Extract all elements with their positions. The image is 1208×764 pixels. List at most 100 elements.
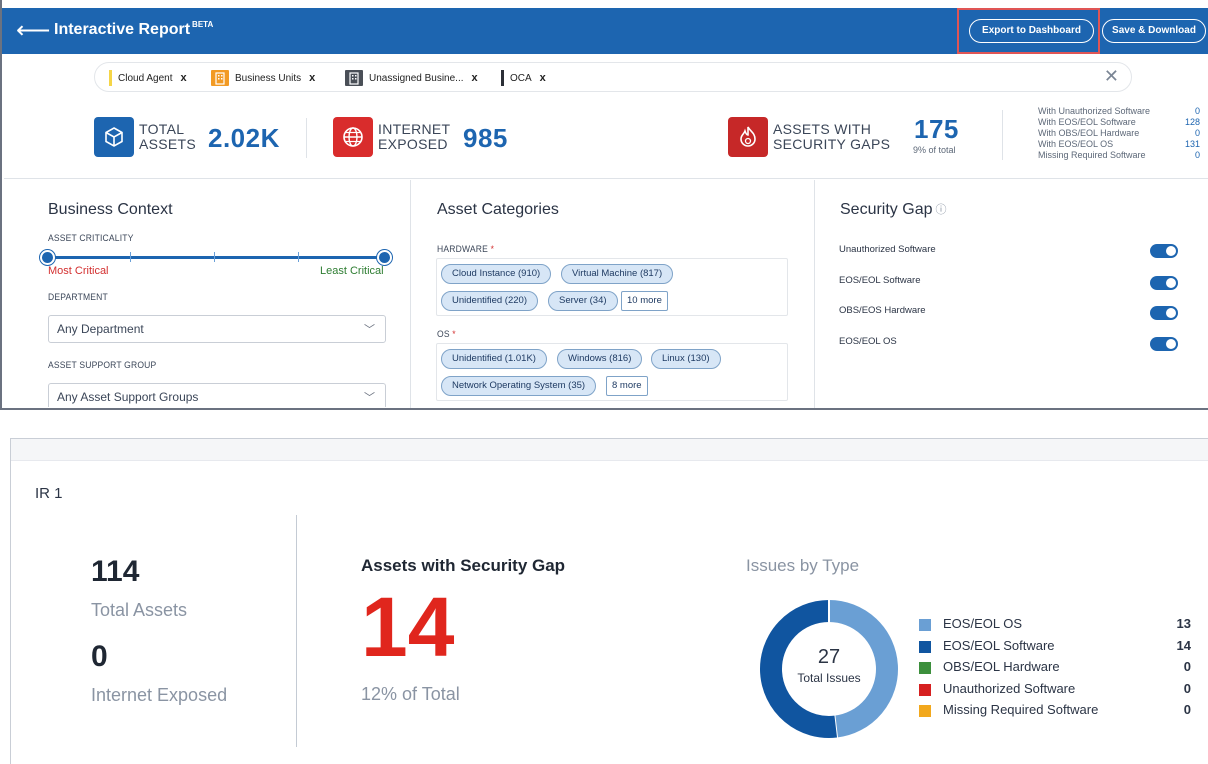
- hardware-box: Cloud Instance (910) Virtual Machine (81…: [436, 258, 788, 316]
- legend-swatch: [919, 662, 931, 674]
- internet-exposed-value: 985: [463, 123, 508, 153]
- save-download-button[interactable]: Save & Download: [1102, 19, 1206, 43]
- category-pill[interactable]: Linux (130): [651, 349, 721, 369]
- chip-label: Unassigned Busine...: [369, 73, 464, 84]
- category-pill[interactable]: Unidentified (220): [441, 291, 538, 311]
- legend-label: OBS/EOL Hardware: [943, 659, 1060, 674]
- legend-item[interactable]: Missing Required Software 0: [919, 702, 1191, 724]
- business-context-title: Business Context: [48, 201, 173, 218]
- legend-item[interactable]: OBS/EOL Hardware 0: [919, 659, 1191, 681]
- globe-icon: [333, 117, 373, 157]
- info-icon[interactable]: ⓘ: [935, 204, 946, 216]
- eos-eol-software-toggle[interactable]: [1150, 276, 1178, 290]
- interactive-report-panel: ⟵ Interactive Report BETA Export to Dashb…: [0, 0, 1208, 410]
- donut-legend: EOS/EOL OS 13 EOS/EOL Software 14 OBS/EOL Ha…: [919, 616, 1191, 724]
- breakdown-label: With EOS/EOL Software: [1038, 117, 1136, 127]
- unauthorized-software-toggle[interactable]: [1150, 244, 1178, 258]
- remove-chip-icon[interactable]: x: [540, 72, 546, 84]
- hardware-label-text: HARDWARE: [437, 244, 489, 255]
- total-assets-label: TOTAL ASSETS: [139, 122, 196, 152]
- breakdown-label: With Unauthorized Software: [1038, 106, 1151, 116]
- internet-exposed-label: INTERNET EXPOSED: [378, 122, 450, 152]
- breakdown-value: 0: [1194, 106, 1200, 116]
- dashboard-widget: IR 1 114 Total Assets 0 Internet Exposed…: [10, 438, 1208, 764]
- category-pill[interactable]: Server (34): [548, 291, 618, 311]
- filter-chip-business-units[interactable]: Business Units x: [211, 69, 315, 87]
- legend-value: 0: [1183, 680, 1191, 696]
- divider: [1002, 110, 1003, 160]
- legend-swatch: [919, 705, 931, 717]
- remove-chip-icon[interactable]: x: [472, 72, 478, 84]
- label-line: SECURITY GAPS: [773, 136, 891, 152]
- os-label-text: OS: [437, 329, 450, 340]
- breakdown-row: With OBS/EOL Hardware 0: [1038, 128, 1200, 139]
- obs-eos-hardware-toggle[interactable]: [1150, 306, 1178, 320]
- issues-donut-chart: [760, 599, 898, 739]
- building-icon: [211, 70, 229, 87]
- select-value: Any Department: [57, 322, 144, 336]
- filter-chip-cloud-agent[interactable]: Cloud Agent x: [109, 69, 187, 87]
- legend-item[interactable]: Unauthorized Software 0: [919, 681, 1191, 703]
- required-mark: *: [452, 329, 456, 340]
- breakdown-label: With EOS/EOL OS: [1038, 139, 1114, 149]
- label-line: EXPOSED: [378, 136, 448, 152]
- filter-chip-unassigned-business[interactable]: Unassigned Busine... x: [345, 69, 478, 87]
- gap-toggle-label: EOS/EOL OS: [839, 336, 897, 347]
- least-critical-label: Least Critical: [320, 265, 384, 277]
- slider-tick: [130, 252, 131, 262]
- legend-label: Unauthorized Software: [943, 680, 1076, 696]
- category-pill[interactable]: Unidentified (1.01K): [441, 349, 547, 369]
- breakdown-label: With OBS/EOL Hardware: [1038, 128, 1140, 138]
- gap-title: Assets with Security Gap: [361, 556, 566, 575]
- category-pill[interactable]: Network Operating System (35): [441, 376, 597, 396]
- legend-value: 0: [1183, 659, 1191, 674]
- legend-item[interactable]: EOS/EOL Software 14: [919, 638, 1191, 660]
- filter-chip-oca[interactable]: OCA x: [501, 69, 546, 87]
- dark-bar-icon: [501, 70, 504, 87]
- divider: [410, 180, 411, 408]
- security-gap-title-text: Security Gap: [840, 201, 933, 218]
- category-pill[interactable]: Windows (816): [557, 349, 643, 369]
- more-os-button[interactable]: 8 more: [606, 376, 648, 396]
- more-hardware-button[interactable]: 10 more: [621, 291, 668, 311]
- category-pill[interactable]: Cloud Instance (910): [441, 264, 552, 284]
- asset-support-group-select[interactable]: Any Asset Support Groups ﹀: [48, 383, 386, 407]
- department-select[interactable]: Any Department ﹀: [48, 315, 386, 343]
- breakdown-row: Missing Required Software 0: [1038, 150, 1200, 161]
- legend-swatch: [919, 683, 931, 696]
- back-arrow-icon[interactable]: ⟵: [16, 16, 50, 46]
- yellow-bar-icon: [109, 70, 112, 87]
- remove-chip-icon[interactable]: x: [181, 72, 187, 84]
- flame-icon: [728, 117, 768, 157]
- eos-eol-os-toggle[interactable]: [1150, 337, 1178, 351]
- category-pill[interactable]: Virtual Machine (817): [561, 264, 674, 284]
- security-gaps-label: ASSETS WITH SECURITY GAPS: [773, 122, 890, 152]
- gap-count: 14: [361, 580, 455, 674]
- breakdown-row: With Unauthorized Software 0: [1038, 106, 1200, 117]
- chip-label: Cloud Agent: [118, 73, 173, 84]
- legend-swatch: [919, 640, 931, 653]
- label-line: TOTAL: [139, 121, 185, 137]
- slider-handle-max[interactable]: [377, 250, 392, 265]
- slider-handle-min[interactable]: [40, 250, 55, 265]
- donut-slice-1[interactable]: [760, 600, 837, 738]
- total-assets-count: 114: [91, 555, 140, 588]
- legend-value: 0: [1183, 702, 1191, 717]
- remove-chip-icon[interactable]: x: [309, 72, 315, 84]
- clear-filters-icon[interactable]: ✕: [1104, 66, 1119, 87]
- slider-tick: [298, 252, 299, 262]
- slider-tick: [214, 252, 215, 262]
- breakdown-value: 0: [1194, 150, 1200, 160]
- divider: [306, 118, 307, 158]
- label-line: ASSETS: [139, 136, 197, 152]
- criticality-slider[interactable]: [40, 250, 392, 266]
- breakdown-value: 128: [1184, 117, 1200, 127]
- asset-categories-title: Asset Categories: [437, 201, 559, 218]
- gap-toggle-label: OBS/EOS Hardware: [839, 305, 926, 316]
- export-to-dashboard-button[interactable]: Export to Dashboard: [969, 19, 1094, 43]
- breakdown-row: With EOS/EOL OS 131: [1038, 139, 1200, 150]
- security-gap-breakdown: With Unauthorized Software 0 With EOS/EOL…: [1038, 106, 1200, 161]
- breakdown-value: 131: [1184, 139, 1200, 149]
- legend-item[interactable]: EOS/EOL OS 13: [919, 616, 1191, 638]
- os-label: OS *: [437, 329, 456, 340]
